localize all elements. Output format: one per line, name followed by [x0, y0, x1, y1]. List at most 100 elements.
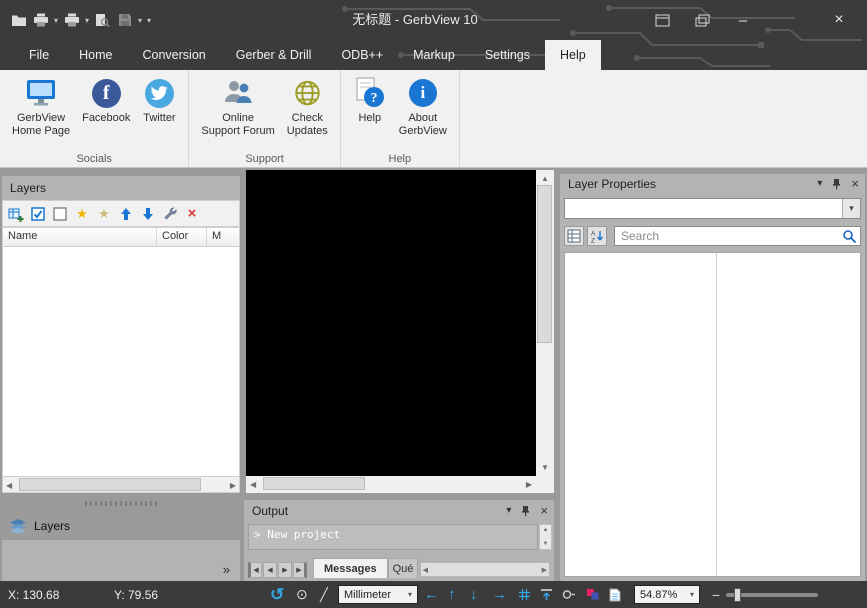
tab-settings[interactable]: Settings — [470, 40, 545, 70]
panel-menu-caret-icon[interactable]: ▾ — [506, 506, 511, 516]
zoom-out-icon[interactable]: − — [712, 581, 720, 608]
next-tab-icon[interactable]: ▶ — [278, 562, 292, 578]
pan-right-icon[interactable]: → — [492, 581, 507, 608]
column-header-name[interactable]: Name — [3, 228, 157, 246]
minimize-button[interactable]: – — [731, 0, 755, 40]
zoom-select[interactable]: 54.87% ▾ — [634, 585, 700, 604]
search-input[interactable] — [615, 227, 860, 245]
first-tab-icon[interactable]: ◀ — [248, 562, 262, 578]
move-layer-up-icon[interactable] — [118, 206, 134, 222]
check-all-layers-icon[interactable] — [30, 206, 46, 222]
move-layer-down-icon[interactable] — [140, 206, 156, 222]
scroll-right-icon[interactable]: ▶ — [526, 480, 532, 489]
pan-left-icon[interactable]: ← — [424, 581, 439, 608]
tab-home[interactable]: Home — [64, 40, 127, 70]
add-layer-icon[interactable] — [8, 206, 24, 222]
star-off-icon[interactable]: ★ — [96, 206, 112, 222]
combobox-caret-icon[interactable]: ▾ — [842, 199, 860, 218]
support-forum-button[interactable]: Online Support Forum — [195, 73, 280, 138]
panel-menu-caret-icon[interactable]: ▾ — [817, 179, 822, 189]
canvas-vertical-scrollbar[interactable]: ▲ ▼ — [536, 170, 554, 476]
pin-icon[interactable] — [520, 505, 531, 517]
zoom-slider-thumb[interactable] — [734, 588, 741, 602]
layer-select-combobox[interactable]: ▾ — [564, 198, 861, 219]
close-button[interactable]: × — [826, 0, 852, 40]
quick-print-caret-icon[interactable]: ▾ — [85, 16, 89, 25]
save-caret-icon[interactable]: ▾ — [138, 16, 142, 25]
layer-settings-wrench-icon[interactable] — [162, 206, 178, 222]
close-panel-icon[interactable]: × — [851, 179, 859, 189]
zoom-slider[interactable] — [726, 593, 818, 597]
help-button[interactable]: ? Help — [347, 73, 393, 125]
pan-down-icon[interactable]: ↓ — [470, 581, 478, 608]
layers-horizontal-scrollbar[interactable]: ◀ ▶ — [2, 476, 240, 493]
column-header-m[interactable]: M — [207, 228, 239, 246]
twitter-button[interactable]: Twitter — [136, 73, 182, 125]
tab-markup[interactable]: Markup — [398, 40, 470, 70]
scroll-up-icon[interactable]: ▲ — [536, 174, 554, 183]
origin-icon[interactable]: ⊙ — [296, 581, 308, 608]
scroll-right-icon[interactable]: ▶ — [230, 481, 236, 490]
scroll-down-icon[interactable]: ▼ — [540, 541, 551, 547]
categorized-view-icon[interactable] — [564, 226, 584, 246]
scroll-left-icon[interactable]: ◀ — [6, 481, 12, 490]
scroll-right-icon[interactable]: ▶ — [542, 566, 547, 574]
layers-list[interactable] — [2, 247, 240, 476]
layers-collapsed-tab[interactable]: Layers — [2, 512, 240, 540]
circle-dash-icon[interactable] — [562, 581, 576, 608]
scroll-left-icon[interactable]: ◀ — [423, 566, 428, 574]
tab-queries[interactable]: Qué — [388, 558, 418, 578]
search-icon[interactable] — [842, 229, 857, 249]
last-tab-icon[interactable]: ▶ — [293, 562, 307, 578]
uncheck-all-layers-icon[interactable] — [52, 206, 68, 222]
print-preview-icon[interactable] — [94, 12, 111, 29]
rotate-ccw-icon[interactable]: ↺ — [270, 581, 284, 608]
properties-grid[interactable] — [564, 252, 861, 577]
save-icon[interactable] — [116, 12, 133, 29]
scrollbar-thumb[interactable] — [263, 477, 365, 490]
tab-strip-scrollbar[interactable]: ◀ ▶ — [420, 562, 550, 577]
sort-az-icon[interactable]: AZ — [587, 226, 607, 246]
tab-messages[interactable]: Messages — [313, 558, 388, 578]
stacked-windows-icon[interactable] — [691, 0, 713, 40]
column-header-color[interactable]: Color — [157, 228, 207, 246]
tab-file[interactable]: File — [14, 40, 64, 70]
home-page-button[interactable]: GerbView Home Page — [6, 73, 76, 138]
tab-gerber-drill[interactable]: Gerber & Drill — [221, 40, 327, 70]
scrollbar-thumb[interactable] — [19, 478, 201, 491]
scroll-down-icon[interactable]: ▼ — [536, 463, 554, 472]
facebook-button[interactable]: f Facebook — [76, 73, 136, 125]
measure-line-icon[interactable]: ╱ — [320, 581, 328, 608]
qat-customize-caret-icon[interactable]: ▾ — [147, 16, 151, 25]
close-panel-icon[interactable]: × — [540, 506, 548, 516]
document-icon[interactable] — [609, 581, 621, 608]
prev-tab-icon[interactable]: ◀ — [263, 562, 277, 578]
canvas-horizontal-scrollbar[interactable]: ◀ ▶ — [246, 476, 536, 493]
unit-select[interactable]: Millimeter ▾ — [338, 585, 418, 604]
window-panel-icon[interactable] — [651, 0, 673, 40]
delete-layer-icon[interactable]: × — [184, 206, 200, 222]
tab-conversion[interactable]: Conversion — [128, 40, 221, 70]
pin-icon[interactable] — [831, 178, 842, 190]
output-log[interactable]: > New project — [248, 524, 538, 550]
star-on-icon[interactable]: ★ — [74, 206, 90, 222]
scroll-left-icon[interactable]: ◀ — [250, 480, 256, 489]
open-folder-icon[interactable] — [10, 12, 27, 29]
quick-print-icon[interactable] — [63, 12, 80, 29]
check-updates-button[interactable]: Check Updates — [281, 73, 334, 138]
about-button[interactable]: i About GerbView — [393, 73, 453, 138]
scrollbar-thumb[interactable] — [537, 185, 552, 343]
panel-splitter[interactable] — [2, 495, 240, 512]
print-dropdown-caret-icon[interactable]: ▾ — [54, 16, 58, 25]
grid-column-divider[interactable] — [716, 253, 717, 576]
drawing-canvas[interactable] — [246, 170, 536, 476]
grid-icon[interactable] — [518, 581, 531, 608]
tab-help[interactable]: Help — [545, 40, 601, 70]
scroll-up-icon[interactable]: ▲ — [540, 527, 551, 533]
tab-odb[interactable]: ODB++ — [326, 40, 398, 70]
pan-up-icon[interactable]: ↑ — [448, 581, 456, 608]
colors-icon[interactable] — [586, 581, 600, 608]
snap-icon[interactable] — [540, 581, 553, 608]
output-log-scrollbar[interactable]: ▲ ▼ — [539, 524, 552, 550]
print-icon[interactable] — [32, 12, 49, 29]
